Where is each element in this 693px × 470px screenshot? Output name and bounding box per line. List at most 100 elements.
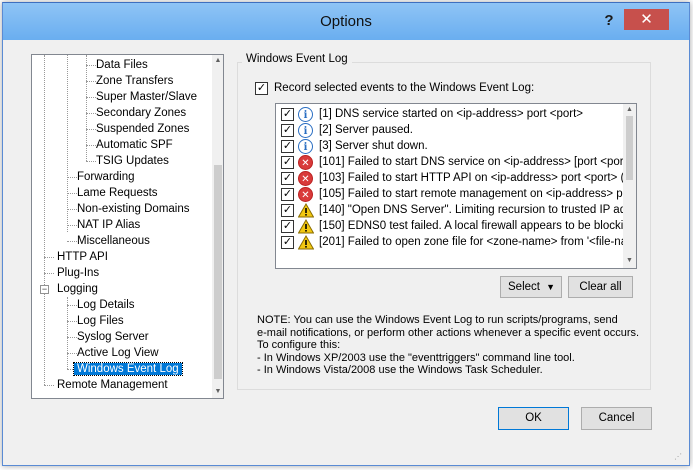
event-row[interactable]: ✓ ✕ [101] Failed to start DNS service on… <box>276 155 624 171</box>
event-text: [1] DNS service started on <ip-address> … <box>319 108 583 120</box>
help-button[interactable]: ? <box>599 11 619 31</box>
event-row[interactable]: ✓ [201] Failed to open zone file for <zo… <box>276 235 624 251</box>
ok-button[interactable]: OK <box>498 407 569 430</box>
event-text: [150] EDNS0 test failed. A local firewal… <box>319 220 624 232</box>
tree-item-log-details[interactable]: Log Details <box>77 297 135 313</box>
tree-item-secondary-zones[interactable]: Secondary Zones <box>96 105 186 121</box>
event-list[interactable]: ✓ i [1] DNS service started on <ip-addre… <box>275 103 637 269</box>
record-events-label: Record selected events to the Windows Ev… <box>274 82 535 94</box>
resize-grip-icon[interactable]: ⋰ <box>674 452 684 462</box>
event-row[interactable]: ✓ i [1] DNS service started on <ip-addre… <box>276 107 624 123</box>
event-row[interactable]: ✓ [140] "Open DNS Server". Limiting recu… <box>276 203 624 219</box>
tree-scrollbar[interactable]: ▲ ▼ <box>212 55 223 398</box>
tree-item-suspended-zones[interactable]: Suspended Zones <box>96 121 189 137</box>
event-text: [103] Failed to start HTTP API on <ip-ad… <box>319 172 624 184</box>
tree-item-plug-ins[interactable]: Plug-Ins <box>57 265 99 281</box>
tree-connector <box>67 305 77 306</box>
tree-item-logging[interactable]: Logging <box>57 281 98 297</box>
error-icon: ✕ <box>298 187 313 202</box>
tree-item-automatic-spf[interactable]: Automatic SPF <box>96 137 173 153</box>
event-checkbox[interactable]: ✓ <box>281 188 294 201</box>
event-row[interactable]: ✓ i [2] Server paused. <box>276 123 624 139</box>
tree-item-label: TSIG Updates <box>96 155 169 167</box>
window-title: Options <box>320 13 372 30</box>
event-row[interactable]: ✓ ✕ [105] Failed to start remote managem… <box>276 187 624 203</box>
event-row[interactable]: ✓ ✕ [103] Failed to start HTTP API on <i… <box>276 171 624 187</box>
tree-connector <box>44 273 54 274</box>
tree-connector <box>86 81 96 82</box>
tree-connector <box>67 337 77 338</box>
title-bar[interactable]: Options ? ✕ <box>3 3 689 40</box>
close-button[interactable]: ✕ <box>624 9 669 30</box>
warning-icon <box>298 203 314 218</box>
collapse-icon[interactable]: − <box>40 285 49 294</box>
tree-item-label: Non-existing Domains <box>77 203 190 215</box>
tree-item-nat-ip-alias[interactable]: NAT IP Alias <box>77 217 140 233</box>
cancel-button[interactable]: Cancel <box>581 407 652 430</box>
tree-connector <box>67 297 68 369</box>
event-checkbox[interactable]: ✓ <box>281 124 294 137</box>
tree-item-zone-transfers[interactable]: Zone Transfers <box>96 73 173 89</box>
scroll-up-icon[interactable]: ▲ <box>623 104 636 116</box>
tree-item-windows-event-log[interactable]: Windows Event Log <box>73 361 183 377</box>
tree-connector <box>67 177 77 178</box>
tree-connector <box>44 55 45 385</box>
tree-item-non-existing-domains[interactable]: Non-existing Domains <box>77 201 190 217</box>
tree-item-label: Lame Requests <box>77 187 158 199</box>
tree-item-label: NAT IP Alias <box>77 219 141 231</box>
scroll-down-icon[interactable]: ▼ <box>212 386 223 398</box>
scroll-thumb[interactable] <box>214 165 222 379</box>
event-checkbox[interactable]: ✓ <box>281 220 294 233</box>
scroll-up-icon[interactable]: ▲ <box>212 55 223 67</box>
tree-item-lame-requests[interactable]: Lame Requests <box>77 185 158 201</box>
event-checkbox[interactable]: ✓ <box>281 140 294 153</box>
event-checkbox[interactable]: ✓ <box>281 172 294 185</box>
tree-item-tsig-updates[interactable]: TSIG Updates <box>96 153 169 169</box>
event-checkbox[interactable]: ✓ <box>281 236 294 249</box>
event-list-scrollbar[interactable]: ▲ ▼ <box>623 104 636 268</box>
scroll-thumb[interactable] <box>626 116 633 180</box>
tree-item-label: Data Files <box>96 59 148 71</box>
tree-connector <box>86 161 96 162</box>
tree-item-label: Log Files <box>77 315 124 327</box>
tree-item-forwarding[interactable]: Forwarding <box>77 169 135 185</box>
tree-connector <box>86 55 87 161</box>
tree-item-label: Remote Management <box>57 379 168 391</box>
tree-connector <box>44 385 54 386</box>
groupbox-title: Windows Event Log <box>242 53 352 65</box>
record-events-checkbox[interactable]: ✓ <box>255 82 268 95</box>
scroll-down-icon[interactable]: ▼ <box>623 255 636 267</box>
tree-connector <box>67 55 68 232</box>
tree-item-miscellaneous[interactable]: Miscellaneous <box>77 233 150 249</box>
event-row[interactable]: ✓ [150] EDNS0 test failed. A local firew… <box>276 219 624 235</box>
event-text: [3] Server shut down. <box>319 140 428 152</box>
tree-item-super-master-slave[interactable]: Super Master/Slave <box>96 89 197 105</box>
dropdown-arrow-icon: ▼ <box>546 282 555 292</box>
select-button[interactable]: Select ▼ <box>500 276 562 298</box>
event-row[interactable]: ✓ i [3] Server shut down. <box>276 139 624 155</box>
error-icon: ✕ <box>298 171 313 186</box>
options-tree[interactable]: Data Files Zone Transfers Super Master/S… <box>31 54 224 399</box>
tree-item-label: Syslog Server <box>77 331 149 343</box>
tree-connector <box>86 113 96 114</box>
tree-connector <box>67 353 77 354</box>
tree-connector <box>67 321 77 322</box>
event-checkbox[interactable]: ✓ <box>281 156 294 169</box>
tree-item-remote-management[interactable]: Remote Management <box>57 377 168 393</box>
tree-item-http-api[interactable]: HTTP API <box>57 249 108 265</box>
tree-item-label: Forwarding <box>77 171 135 183</box>
event-checkbox[interactable]: ✓ <box>281 108 294 121</box>
tree-item-data-files[interactable]: Data Files <box>96 57 148 73</box>
tree-item-active-log-view[interactable]: Active Log View <box>77 345 159 361</box>
tree-item-syslog-server[interactable]: Syslog Server <box>77 329 149 345</box>
clear-all-button[interactable]: Clear all <box>568 276 633 298</box>
tree-item-log-files[interactable]: Log Files <box>77 313 124 329</box>
tree-item-label: Active Log View <box>77 347 159 359</box>
info-icon: i <box>298 139 313 154</box>
event-checkbox[interactable]: ✓ <box>281 204 294 217</box>
error-icon: ✕ <box>298 155 313 170</box>
tree-connector <box>67 193 77 194</box>
tree-item-label: Plug-Ins <box>57 267 100 279</box>
tree-connector <box>44 257 54 258</box>
tree-item-label: Automatic SPF <box>96 139 173 151</box>
